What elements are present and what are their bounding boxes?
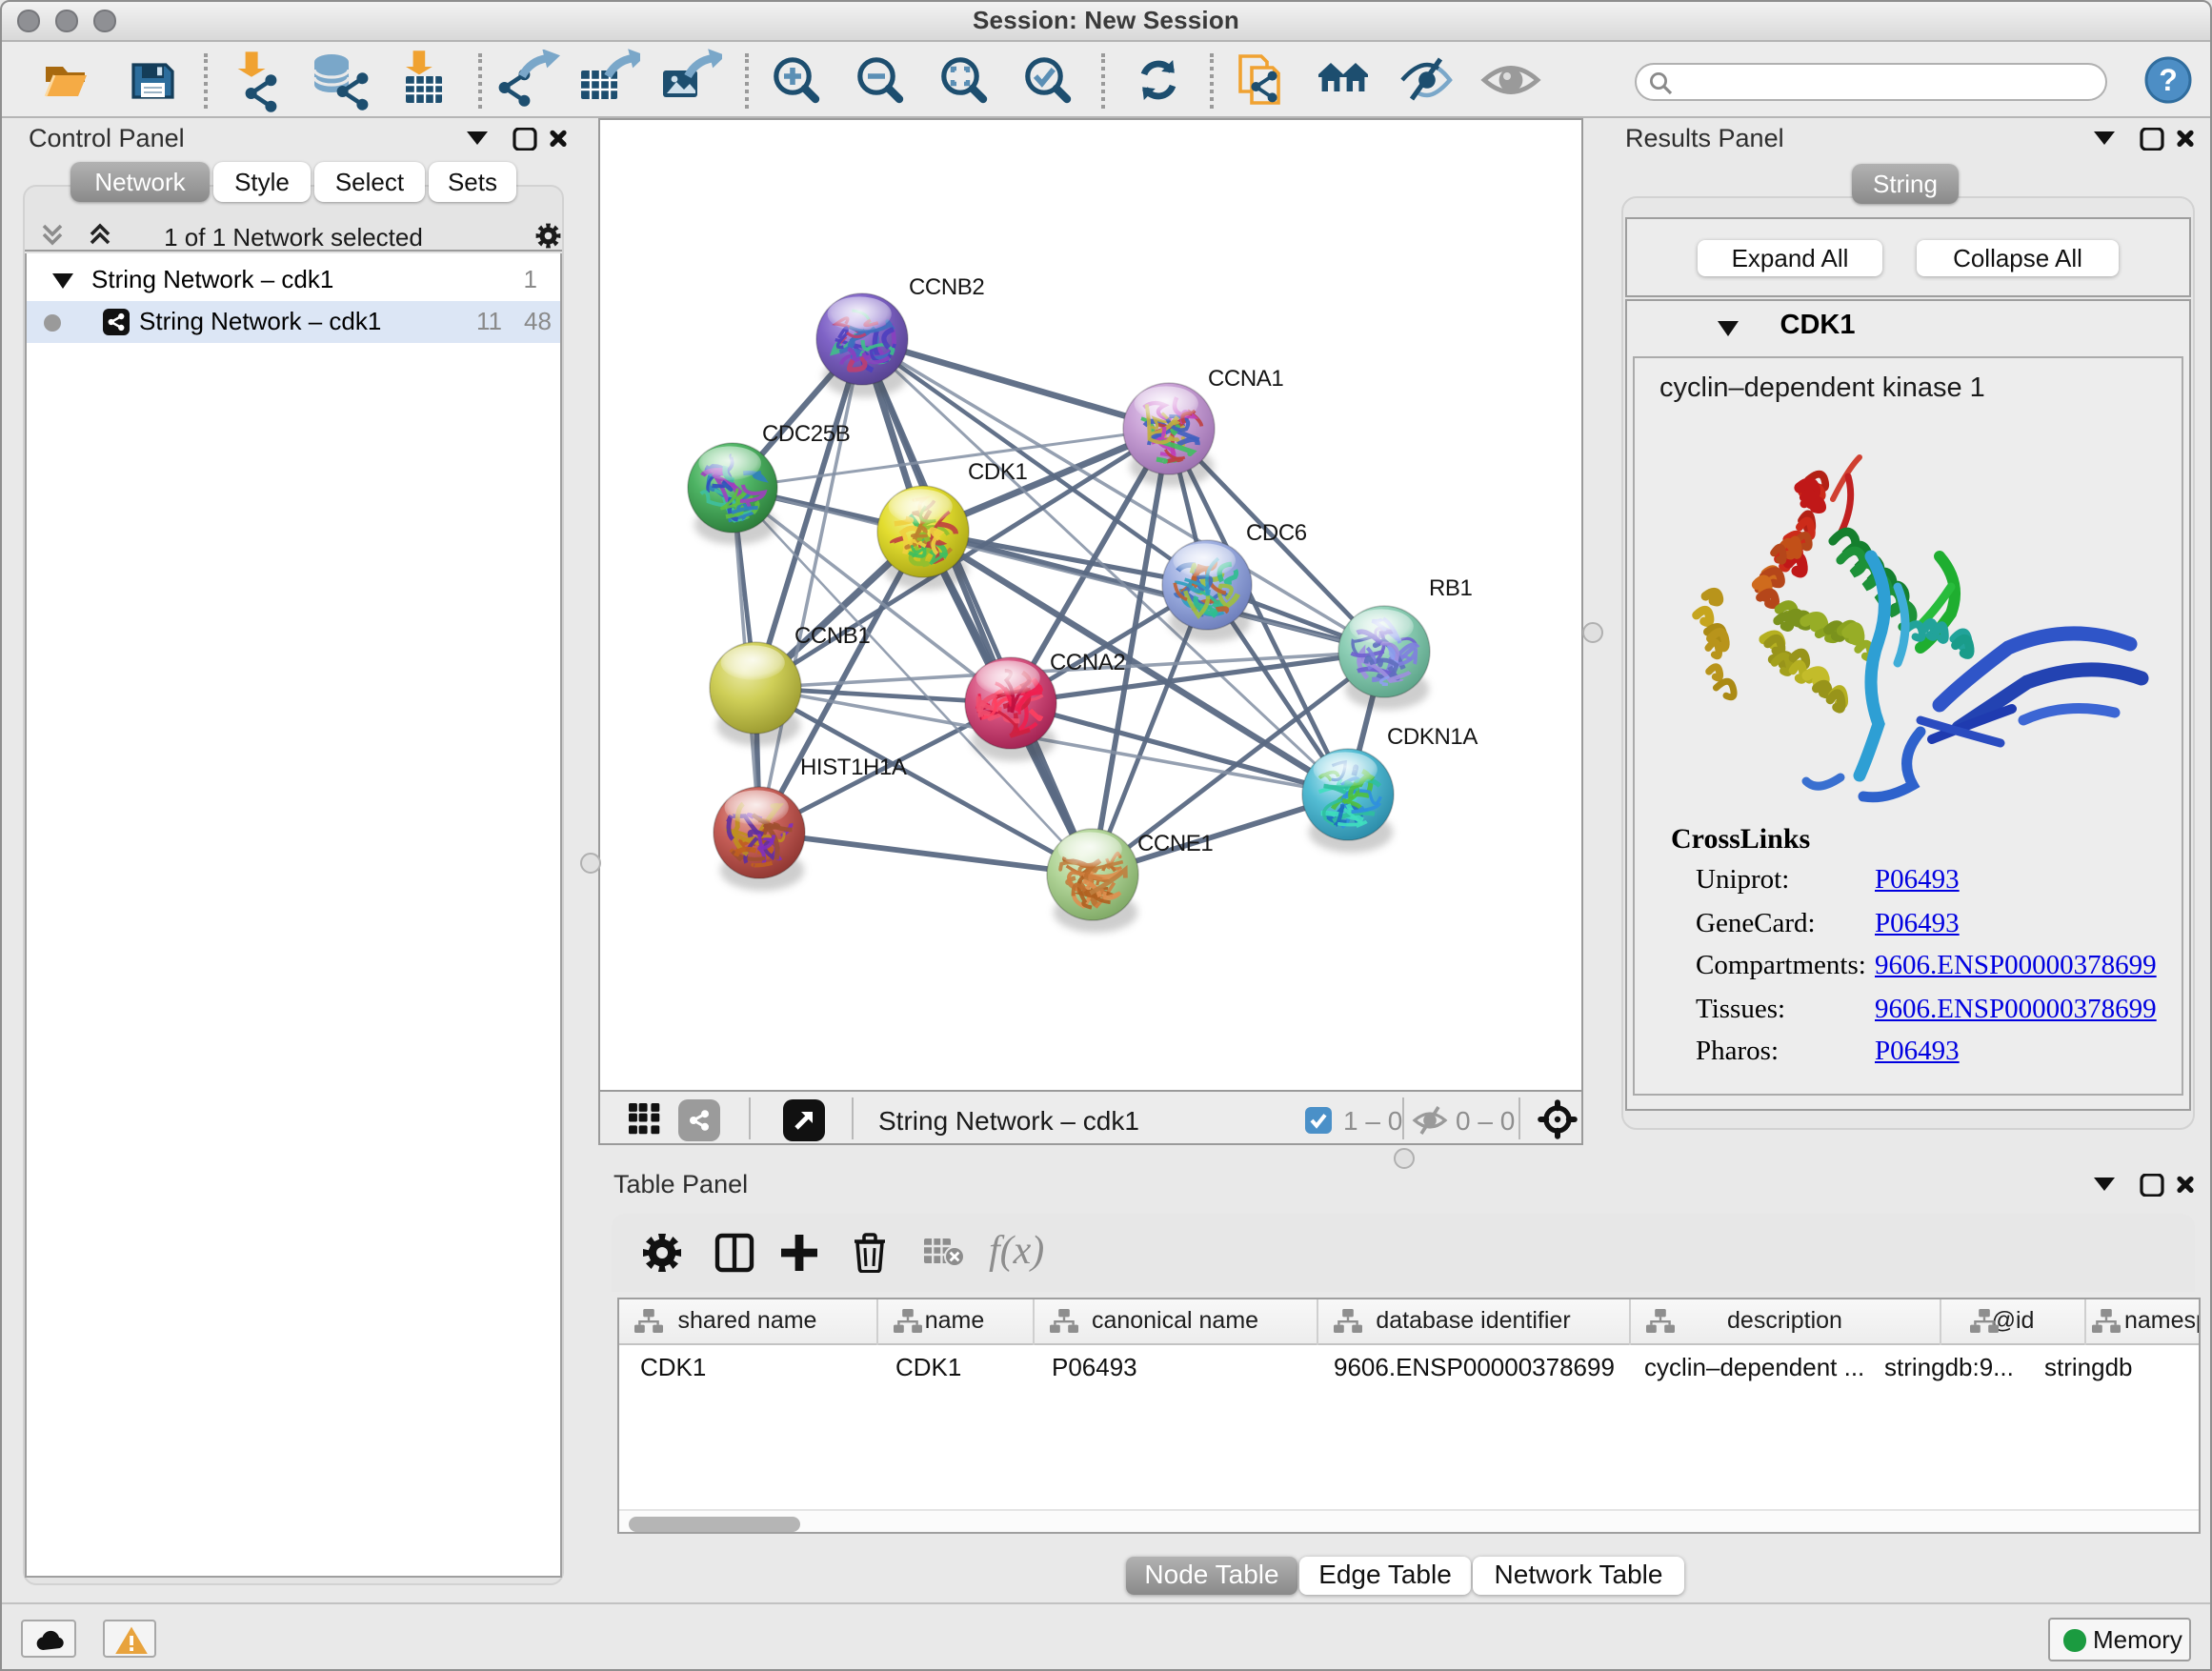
svg-text:CDK1: CDK1 xyxy=(968,459,1027,485)
svg-text:HIST1H1A: HIST1H1A xyxy=(800,755,907,780)
svg-text:CCNB2: CCNB2 xyxy=(909,274,984,300)
svg-text:CCNA1: CCNA1 xyxy=(1208,366,1283,392)
svg-text:CDC6: CDC6 xyxy=(1246,520,1307,546)
svg-text:CCNA2: CCNA2 xyxy=(1050,650,1125,675)
svg-text:CDKN1A: CDKN1A xyxy=(1387,724,1478,750)
svg-text:CCNB1: CCNB1 xyxy=(794,623,870,649)
svg-text:RB1: RB1 xyxy=(1429,575,1473,601)
svg-text:CDC25B: CDC25B xyxy=(762,421,850,447)
svg-text:?: ? xyxy=(2159,62,2178,96)
svg-text:CCNE1: CCNE1 xyxy=(1137,831,1213,856)
